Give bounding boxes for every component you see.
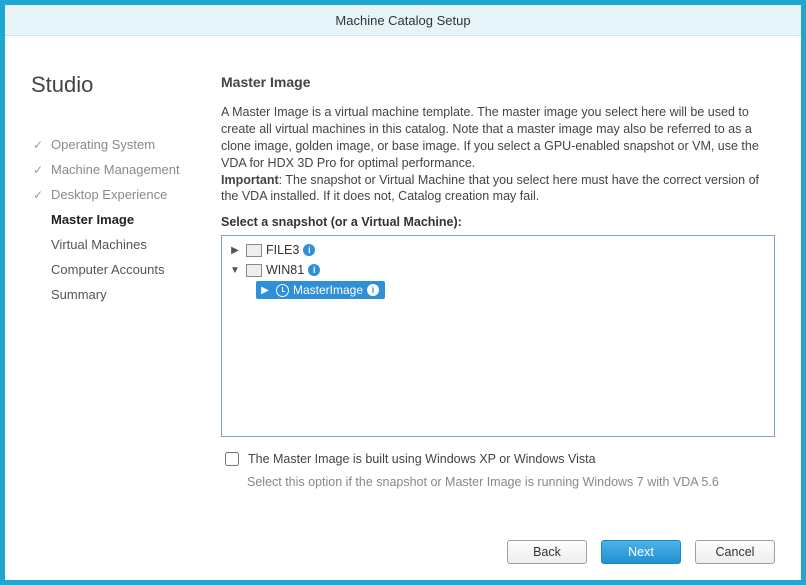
checkmark-icon: ✓ [31, 163, 45, 177]
step-label: Operating System [51, 137, 155, 152]
step-label: Desktop Experience [51, 187, 167, 202]
step-summary[interactable]: ✓ Summary [31, 282, 221, 307]
cancel-button[interactable]: Cancel [695, 540, 775, 564]
xp-vista-checkbox[interactable] [225, 452, 239, 466]
step-virtual-machines[interactable]: ✓ Virtual Machines [31, 232, 221, 257]
tree-node-label: FILE3 [266, 243, 299, 257]
checkbox-label: The Master Image is built using Windows … [248, 452, 596, 466]
titlebar: Machine Catalog Setup [5, 5, 801, 36]
step-computer-accounts[interactable]: ✓ Computer Accounts [31, 257, 221, 282]
next-button[interactable]: Next [601, 540, 681, 564]
important-text: : The snapshot or Virtual Machine that y… [221, 173, 759, 204]
tree-node-file3[interactable]: ▶ FILE3 i [228, 240, 768, 260]
tree-node-masterimage[interactable]: ▶ MasterImage i [256, 280, 768, 300]
vm-icon [246, 264, 262, 277]
brand-title: Studio [31, 72, 221, 98]
step-machine-management[interactable]: ✓ Machine Management [31, 157, 221, 182]
back-button[interactable]: Back [507, 540, 587, 564]
step-label: Virtual Machines [51, 237, 147, 252]
info-icon[interactable]: i [303, 244, 315, 256]
tree-node-win81[interactable]: ▼ WIN81 i [228, 260, 768, 280]
snapshot-icon [276, 284, 289, 297]
step-label: Summary [51, 287, 107, 302]
vm-icon [246, 244, 262, 257]
tree-node-label: MasterImage [293, 283, 363, 297]
info-icon[interactable]: i [308, 264, 320, 276]
step-master-image[interactable]: Master Image [31, 207, 221, 232]
description-part1: A Master Image is a virtual machine temp… [221, 105, 759, 170]
step-label: Master Image [51, 212, 134, 227]
checkbox-hint: Select this option if the snapshot or Ma… [247, 475, 775, 489]
expand-icon[interactable]: ▶ [258, 285, 272, 296]
collapse-icon[interactable]: ▼ [228, 265, 242, 276]
wizard-window: Machine Catalog Setup Studio ✓ Operating… [0, 0, 806, 585]
tree-label: Select a snapshot (or a Virtual Machine)… [221, 215, 775, 229]
snapshot-tree[interactable]: ▶ FILE3 i ▼ WIN81 i ▶ MasterImage [221, 235, 775, 437]
sidebar: Studio ✓ Operating System ✓ Machine Mana… [31, 54, 221, 564]
description-text: A Master Image is a virtual machine temp… [221, 104, 775, 205]
xp-vista-checkbox-row[interactable]: The Master Image is built using Windows … [221, 449, 775, 469]
page-title: Master Image [221, 74, 775, 90]
wizard-footer: Back Next Cancel [221, 524, 775, 564]
step-desktop-experience[interactable]: ✓ Desktop Experience [31, 182, 221, 207]
info-icon[interactable]: i [367, 284, 379, 296]
checkmark-icon: ✓ [31, 138, 45, 152]
content-area: Studio ✓ Operating System ✓ Machine Mana… [5, 36, 801, 580]
step-label: Machine Management [51, 162, 180, 177]
step-label: Computer Accounts [51, 262, 164, 277]
step-operating-system[interactable]: ✓ Operating System [31, 132, 221, 157]
selected-snapshot[interactable]: ▶ MasterImage i [256, 281, 385, 299]
main-panel: Master Image A Master Image is a virtual… [221, 54, 775, 564]
checkmark-icon: ✓ [31, 188, 45, 202]
expand-icon[interactable]: ▶ [228, 245, 242, 256]
tree-node-label: WIN81 [266, 263, 304, 277]
wizard-steps: ✓ Operating System ✓ Machine Management … [31, 132, 221, 307]
window-title: Machine Catalog Setup [335, 13, 470, 28]
important-label: Important [221, 173, 279, 187]
